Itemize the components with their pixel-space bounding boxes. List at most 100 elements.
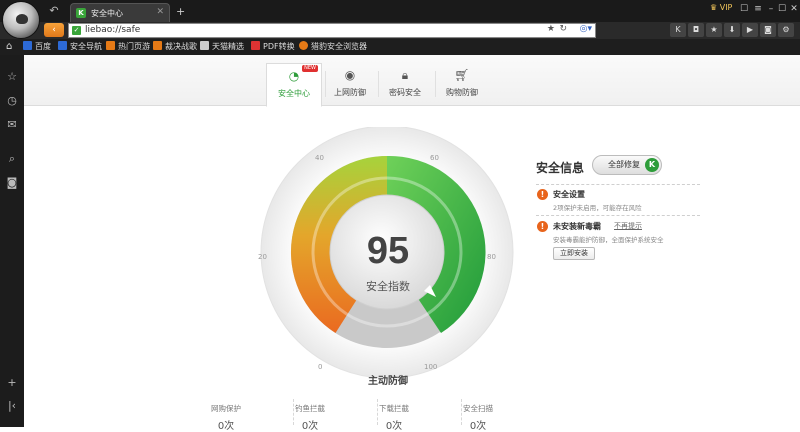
bookmark-favicon-icon: [299, 41, 308, 50]
bookmarks-bar: ⌂ 百度 安全导航 热门页游 裁决战歌 天猫精选 PDF转换 猎豹安全浏览器: [0, 39, 800, 55]
game-icon[interactable]: ◙: [4, 175, 20, 191]
bookmark-favicon-icon: [58, 41, 67, 50]
tick-label: 100: [424, 363, 438, 371]
warning-title[interactable]: 安全设置: [553, 189, 585, 200]
favorites-star-icon[interactable]: ☆: [4, 69, 20, 85]
lock-icon: 🔒︎: [401, 68, 409, 82]
bookmark-item[interactable]: PDF转换: [251, 41, 295, 53]
warning-title: 未安装新毒霸: [553, 222, 601, 231]
tab-favicon-icon: K: [76, 8, 86, 18]
divider: [536, 184, 700, 185]
video-icon[interactable]: ▶: [742, 23, 758, 37]
close-window-icon[interactable]: ✕: [788, 3, 800, 15]
vip-label: VIP: [719, 3, 733, 12]
logo-eye: [16, 14, 28, 24]
bookmark-item[interactable]: 猎豹安全浏览器: [299, 41, 367, 53]
url-text: liebao://safe: [85, 25, 141, 35]
tab-label: 密码安全: [389, 88, 421, 97]
back-arrow-icon[interactable]: ↶: [46, 4, 62, 18]
stat-download-block: 下载拦截 0次: [364, 403, 424, 432]
menu-icon[interactable]: ≡: [752, 3, 764, 15]
home-icon[interactable]: ⌂: [6, 41, 12, 52]
bookmark-item[interactable]: 安全导航: [58, 41, 102, 53]
stat-label: 网购保护: [211, 404, 241, 413]
dismiss-link[interactable]: 不再提示: [614, 221, 642, 231]
bookmark-star-icon[interactable]: ★: [547, 24, 555, 34]
cart-icon: 🛒︎: [454, 68, 470, 82]
secure-page-icon: ✓: [72, 26, 81, 35]
tab-label: 上网防御: [334, 88, 366, 97]
stat-label: 安全扫描: [463, 404, 493, 413]
warning-icon: !: [537, 221, 548, 232]
tab-security-center[interactable]: ◔ 安全中心 NEW: [266, 63, 322, 107]
collapse-sidebar-icon[interactable]: |‹: [4, 398, 20, 414]
bookmark-item[interactable]: 热门页游: [106, 41, 150, 53]
new-tab-button[interactable]: +: [176, 5, 185, 18]
back-button[interactable]: ‹: [44, 23, 64, 37]
browser-tab[interactable]: K 安全中心 ✕: [70, 3, 170, 22]
warning-icon: !: [537, 189, 548, 200]
add-icon[interactable]: +: [4, 375, 20, 391]
active-defense-label[interactable]: 主动防御: [348, 372, 428, 387]
tick-label: 20: [258, 253, 267, 261]
tab-label: 安全中心: [278, 89, 310, 98]
settings-icon[interactable]: ⚙: [778, 23, 794, 37]
shield-icon: ◉: [344, 68, 356, 82]
url-field[interactable]: ✓ liebao://safe ★ ↻ ◎▾: [68, 23, 596, 38]
tick-label: 40: [315, 154, 324, 162]
stat-phishing-block: 钓鱼拦截 0次: [280, 403, 340, 432]
lock-toolbar-icon[interactable]: ◘: [688, 23, 704, 37]
title-bar: ↶ K 安全中心 ✕ + ♛ VIP ☐ ≡ – ☐ ✕: [0, 0, 800, 22]
stat-value: 0次: [385, 421, 403, 432]
bookmark-favicon-icon: [251, 41, 260, 50]
fix-all-label: 全部修复: [608, 160, 640, 169]
tick-label: 60: [430, 154, 439, 162]
search-engine-icon[interactable]: ◎▾: [580, 24, 592, 34]
download-icon[interactable]: ⬇: [724, 23, 740, 37]
tick-label: 0: [318, 363, 323, 371]
gamepad-icon[interactable]: ◙: [760, 23, 776, 37]
new-badge: NEW: [302, 65, 318, 72]
refresh-icon[interactable]: ↻: [559, 24, 567, 34]
search-icon[interactable]: ⌕: [4, 151, 20, 167]
bookmark-item[interactable]: 百度: [23, 41, 51, 53]
bookmark-favicon-icon: [200, 41, 209, 50]
tab-web-defense[interactable]: ◉ 上网防御: [322, 63, 378, 107]
kingsoft-k-icon: K: [645, 158, 659, 172]
warning-description: 安装毒霸能护防御，全面保护系统安全: [553, 236, 664, 244]
stat-value: 0次: [469, 421, 487, 432]
warning-description: 2项保护未启用，可能存在风险: [553, 204, 642, 212]
security-score: 95: [366, 230, 410, 272]
history-clock-icon[interactable]: ◷: [4, 93, 20, 109]
mail-icon[interactable]: ✉: [4, 117, 20, 133]
tab-title: 安全中心: [91, 9, 123, 18]
vip-badge[interactable]: ♛ VIP: [710, 3, 732, 12]
security-score-label: 安全指数: [366, 280, 410, 293]
address-bar: ‹ ✓ liebao://safe ★ ↻ ◎▾ K ◘ ★ ⬇ ▶ ◙ ⚙: [0, 22, 800, 39]
skin-icon[interactable]: ☐: [738, 3, 750, 15]
bookmark-item[interactable]: 裁决战歌: [153, 41, 197, 53]
stat-value: 0次: [301, 421, 319, 432]
install-now-button[interactable]: 立即安装: [553, 247, 595, 260]
stat-value: 0次: [217, 421, 235, 432]
browser-logo[interactable]: [2, 1, 40, 39]
bookmark-item[interactable]: 天猫精选: [200, 41, 244, 53]
stat-security-scan: 安全扫描 0次: [448, 403, 508, 432]
favorites-icon[interactable]: ★: [706, 23, 722, 37]
bookmark-favicon-icon: [153, 41, 162, 50]
divider: [536, 215, 700, 216]
maximize-icon[interactable]: ☐: [776, 3, 788, 15]
fix-all-button[interactable]: 全部修复 K: [592, 155, 662, 175]
tab-shopping-defense[interactable]: 🛒︎ 购物防御: [434, 63, 490, 107]
tab-password-security[interactable]: 🔒︎ 密码安全: [377, 63, 433, 107]
stat-label: 钓鱼拦截: [295, 404, 325, 413]
bookmark-favicon-icon: [106, 41, 115, 50]
info-panel-title: 安全信息: [536, 161, 585, 175]
security-center-page: ◔ 安全中心 NEW ◉ 上网防御 🔒︎ 密码安全 🛒︎ 购物防御 40 60 …: [24, 55, 800, 432]
tab-label: 购物防御: [446, 88, 478, 97]
kingsoft-icon[interactable]: K: [670, 23, 686, 37]
stat-shopping-protection: 网购保护 0次: [196, 403, 256, 432]
left-sidebar: ☆ ◷ ✉ ⌕ ◙ + |‹: [0, 55, 24, 427]
gauge-icon: ◔: [288, 69, 300, 83]
tab-close-icon[interactable]: ✕: [156, 7, 164, 17]
